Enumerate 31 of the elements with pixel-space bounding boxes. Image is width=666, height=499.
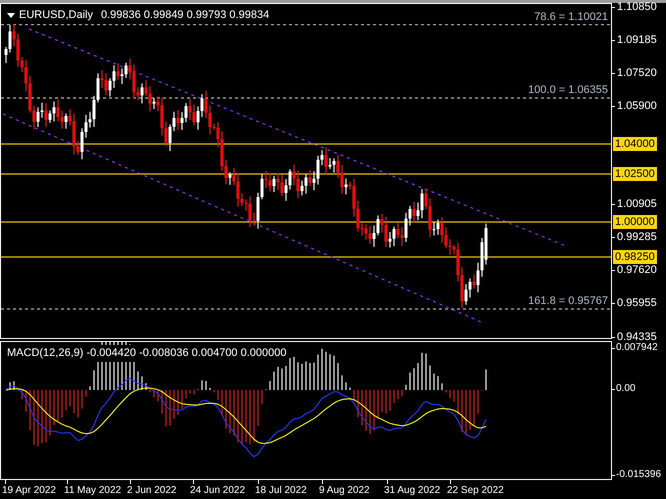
fibonacci-label: 78.6 = 1.10021	[534, 12, 608, 23]
symbol-label: EURUSD,Daily	[19, 8, 93, 23]
price-label: 0.94335	[617, 330, 657, 343]
price-label: 0.95955	[617, 296, 657, 310]
fibonacci-label: 100.0 = 1.06355	[528, 85, 608, 96]
price-label: 0.97620	[617, 263, 657, 277]
price-label: 1.09185	[617, 33, 657, 47]
date-label: 31 Aug 2022	[384, 484, 440, 497]
price-level-label: 0.98250	[613, 250, 657, 264]
dropdown-triangle-icon[interactable]	[7, 12, 15, 18]
macd-axis-label: -0.015396	[616, 468, 662, 482]
date-label: 11 May 2022	[64, 484, 122, 497]
macd-axis-label: 0.007942	[616, 341, 658, 355]
date-label: 9 Aug 2022	[319, 484, 370, 497]
date-label: 2 Jun 2022	[127, 484, 176, 497]
date-label: 19 Apr 2022	[2, 484, 56, 497]
fibonacci-label: 161.8 = 0.95767	[528, 296, 608, 307]
price-level-label: 1.04000	[613, 137, 657, 151]
date-label: 22 Sep 2022	[447, 484, 504, 497]
price-level-label: 1.00000	[613, 215, 657, 229]
date-label: 24 Jun 2022	[190, 484, 246, 497]
price-label: 1.07520	[617, 66, 657, 80]
ohlc-values: 0.99836 0.99849 0.99793 0.99834	[100, 8, 270, 23]
price-level-label: 1.02500	[613, 167, 657, 181]
price-label: 0.99285	[617, 230, 657, 244]
price-label: 1.00905	[617, 197, 657, 211]
macd-axis-label: 0.00	[616, 382, 636, 396]
date-label: 18 Jul 2022	[255, 484, 307, 497]
price-label: 1.10850	[617, 0, 657, 14]
price-label: 1.05900	[617, 99, 657, 113]
macd-label: MACD(12,26,9) -0.004420 -0.008036 0.004700 0.000000	[7, 345, 288, 362]
